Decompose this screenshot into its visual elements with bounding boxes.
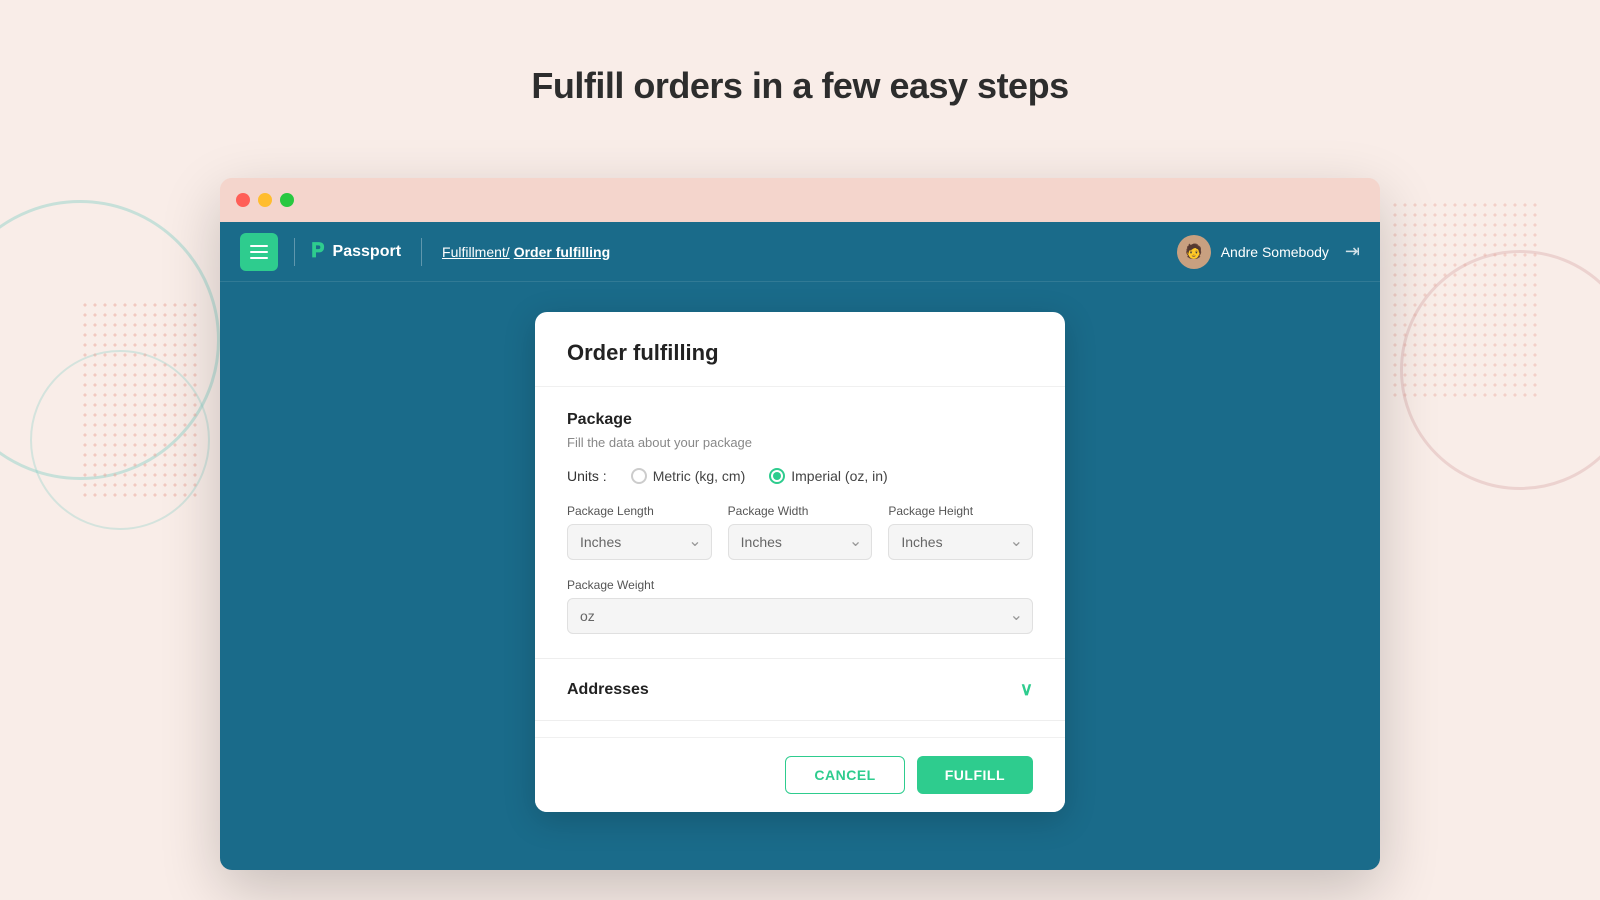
radio-imperial-circle — [769, 468, 785, 484]
package-section: Package Fill the data about your package… — [535, 387, 1065, 659]
modal-header: Order fulfilling — [535, 312, 1065, 387]
hamburger-button[interactable] — [240, 233, 278, 271]
package-weight-select-wrapper: oz lbs kg g — [567, 598, 1033, 634]
main-content: Order fulfilling Package Fill the data a… — [220, 282, 1380, 870]
package-length-select-wrapper: Inches Centimeters Feet — [567, 524, 712, 560]
modal-body[interactable]: Package Fill the data about your package… — [535, 387, 1065, 737]
modal-card: Order fulfilling Package Fill the data a… — [535, 312, 1065, 812]
fulfill-button[interactable]: FULFILL — [917, 756, 1033, 794]
addresses-chevron-icon: ∨ — [1020, 679, 1033, 700]
user-name: Andre Somebody — [1221, 244, 1329, 260]
browser-window: 𝐏 Passport Fulfillment/ Order fulfilling… — [220, 178, 1380, 870]
package-dimensions-row: Package Length Inches Centimeters Feet — [567, 504, 1033, 560]
breadcrumb-parent[interactable]: Fulfillment/ — [442, 244, 510, 260]
brand: 𝐏 Passport — [311, 240, 401, 263]
package-weight-select[interactable]: oz lbs kg g — [567, 598, 1033, 634]
user-area: 🧑 Andre Somebody ⇥ — [1177, 235, 1360, 269]
items-section[interactable]: Items ∨ — [535, 721, 1065, 737]
package-length-label: Package Length — [567, 504, 712, 518]
nav-divider2 — [421, 238, 422, 266]
traffic-light-green[interactable] — [280, 193, 294, 207]
radio-imperial-label: Imperial (oz, in) — [791, 468, 887, 484]
package-height-select[interactable]: Inches Centimeters Feet — [888, 524, 1033, 560]
addresses-section[interactable]: Addresses ∨ — [535, 659, 1065, 721]
page-title: Fulfill orders in a few easy steps — [0, 0, 1600, 147]
modal-footer: CANCEL FULFILL — [535, 737, 1065, 812]
package-length-group: Package Length Inches Centimeters Feet — [567, 504, 712, 560]
modal-title: Order fulfilling — [567, 340, 1033, 366]
radio-metric[interactable]: Metric (kg, cm) — [631, 468, 746, 484]
package-length-select[interactable]: Inches Centimeters Feet — [567, 524, 712, 560]
package-height-select-wrapper: Inches Centimeters Feet — [888, 524, 1033, 560]
units-row: Units : Metric (kg, cm) Imperial (oz, in… — [567, 468, 1033, 484]
package-weight-group: Package Weight oz lbs kg g — [567, 578, 1033, 634]
nav-divider — [294, 238, 295, 266]
hamburger-icon — [250, 245, 268, 259]
bg-dots-right — [1390, 200, 1540, 400]
package-section-title: Package — [567, 411, 1033, 429]
traffic-light-red[interactable] — [236, 193, 250, 207]
bg-dots-left — [80, 300, 200, 500]
addresses-section-title: Addresses — [567, 681, 649, 699]
traffic-light-yellow[interactable] — [258, 193, 272, 207]
breadcrumb-current[interactable]: Order fulfilling — [514, 244, 610, 260]
brand-icon: 𝐏 — [311, 240, 325, 263]
avatar: 🧑 — [1177, 235, 1211, 269]
top-nav: 𝐏 Passport Fulfillment/ Order fulfilling… — [220, 222, 1380, 282]
browser-titlebar — [220, 178, 1380, 222]
brand-name: Passport — [333, 243, 401, 261]
radio-metric-label: Metric (kg, cm) — [653, 468, 746, 484]
package-weight-label: Package Weight — [567, 578, 1033, 592]
radio-metric-circle — [631, 468, 647, 484]
package-section-subtitle: Fill the data about your package — [567, 435, 1033, 450]
package-width-label: Package Width — [728, 504, 873, 518]
units-label: Units : — [567, 468, 607, 484]
package-height-group: Package Height Inches Centimeters Feet — [888, 504, 1033, 560]
app-area: 𝐏 Passport Fulfillment/ Order fulfilling… — [220, 222, 1380, 870]
package-height-label: Package Height — [888, 504, 1033, 518]
package-width-group: Package Width Inches Centimeters Feet — [728, 504, 873, 560]
logout-icon[interactable]: ⇥ — [1345, 241, 1360, 262]
package-width-select[interactable]: Inches Centimeters Feet — [728, 524, 873, 560]
breadcrumb: Fulfillment/ Order fulfilling — [442, 244, 610, 260]
cancel-button[interactable]: CANCEL — [785, 756, 904, 794]
radio-imperial[interactable]: Imperial (oz, in) — [769, 468, 887, 484]
package-width-select-wrapper: Inches Centimeters Feet — [728, 524, 873, 560]
